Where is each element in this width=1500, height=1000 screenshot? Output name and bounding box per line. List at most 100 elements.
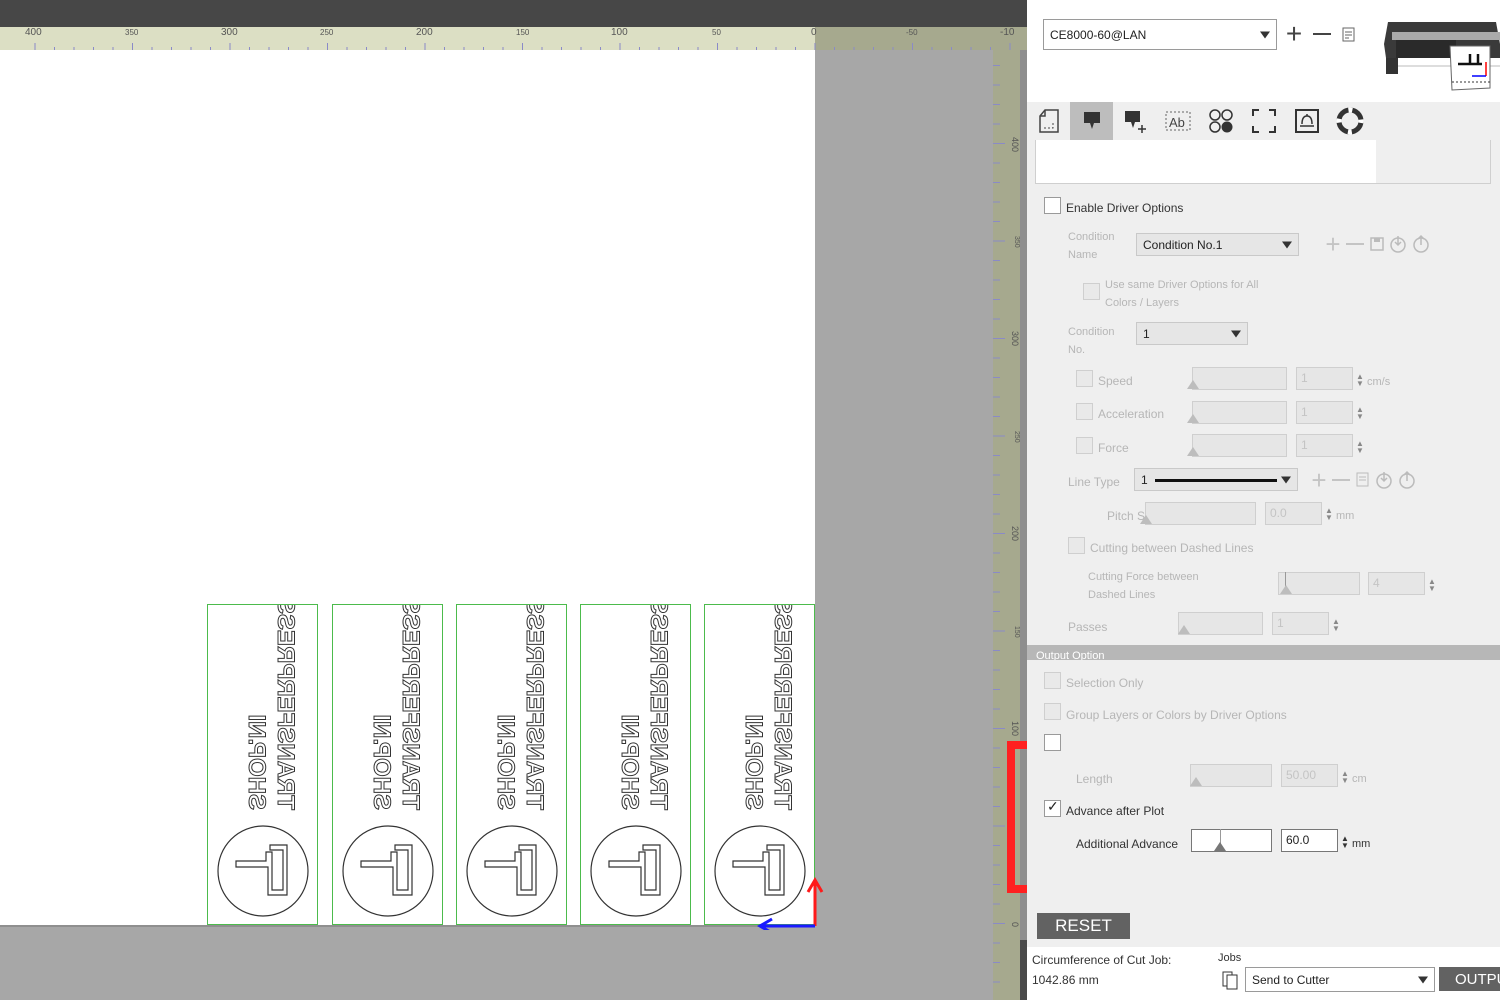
- label-design-strip[interactable]: TRANSFERPRESS SHOP.NI: [207, 604, 318, 925]
- cutting-force-dashed-label-2: Dashed Lines: [1088, 589, 1156, 601]
- cutting-condition-icon: [1083, 112, 1100, 129]
- minus-icon[interactable]: [1311, 22, 1333, 46]
- cutting-force-dashed-slider[interactable]: [1278, 572, 1360, 595]
- ruler-ticks: [34, 43, 1011, 50]
- force-label: Force: [1098, 441, 1129, 455]
- cutting-force-dashed-input[interactable]: 4: [1368, 572, 1425, 595]
- remove-condition-button[interactable]: [1345, 232, 1365, 256]
- enable-driver-options-checkbox[interactable]: [1044, 197, 1061, 214]
- jobs-select[interactable]: Send to Cutter: [1245, 967, 1435, 992]
- force-input[interactable]: 1: [1296, 434, 1353, 457]
- cutting-between-dashed-checkbox[interactable]: [1068, 537, 1085, 554]
- group-layers-checkbox[interactable]: [1044, 703, 1061, 720]
- condition-no-select[interactable]: 1: [1136, 322, 1248, 345]
- force-checkbox[interactable]: [1076, 437, 1093, 454]
- pitch-size-slider[interactable]: [1140, 502, 1256, 525]
- add-line-type-button[interactable]: +: [1309, 465, 1329, 495]
- tab-tile[interactable]: [1285, 102, 1328, 140]
- acceleration-slider[interactable]: [1187, 401, 1287, 424]
- force-slider[interactable]: [1187, 434, 1287, 457]
- tab-help[interactable]: [1328, 102, 1371, 140]
- pitch-size-stepper[interactable]: ▲ ▼: [1325, 507, 1333, 522]
- advance-after-plot-checkbox[interactable]: ✓: [1044, 798, 1061, 817]
- ruler-label: 0: [811, 27, 817, 38]
- tab-registration-marks[interactable]: [1242, 102, 1285, 140]
- svg-text:Ab: Ab: [1169, 115, 1185, 130]
- passes-input[interactable]: 1: [1272, 612, 1329, 635]
- import-icon[interactable]: [1375, 470, 1393, 490]
- cutting-force-dashed-stepper[interactable]: ▲ ▼: [1428, 578, 1436, 593]
- add-condition-icon: [1124, 111, 1146, 133]
- output-button[interactable]: OUTPUT: [1439, 967, 1500, 991]
- horizontal-ruler: 400 350 300 250 200 150 100 50 0 -50 -10: [0, 27, 1027, 50]
- ruler-label: 350: [1013, 236, 1020, 248]
- remove-line-type-button[interactable]: [1331, 468, 1351, 492]
- edit-icon[interactable]: [1355, 472, 1371, 488]
- label-text-line2: SHOP.NI: [616, 714, 643, 810]
- passes-stepper[interactable]: ▲ ▼: [1332, 618, 1340, 633]
- label-design-strip[interactable]: TRANSFERPRESS SHOP.NI: [332, 604, 443, 925]
- layers-icon: [1208, 109, 1233, 133]
- label-text-line2: SHOP.NI: [243, 714, 270, 810]
- save-icon[interactable]: [1369, 236, 1385, 252]
- reset-button[interactable]: RESET: [1037, 913, 1130, 939]
- logo-circle: [590, 825, 682, 917]
- label-artwork: TRANSFERPRESS SHOP.NI: [466, 605, 558, 917]
- copies-icon[interactable]: [1220, 969, 1242, 991]
- ruler-label: 50: [712, 28, 721, 37]
- scrollbar-end: [1020, 940, 1027, 1000]
- length-stepper[interactable]: ▲ ▼: [1341, 770, 1349, 785]
- tab-text-outline[interactable]: Ab: [1156, 102, 1199, 140]
- export-icon[interactable]: [1412, 234, 1430, 254]
- label-design-strip[interactable]: TRANSFERPRESS SHOP.NI: [580, 604, 691, 925]
- tab-cutting-condition[interactable]: [1070, 102, 1113, 140]
- use-same-driver-options-checkbox[interactable]: [1083, 283, 1100, 300]
- tab-add-condition[interactable]: [1113, 102, 1156, 140]
- cutting-force-dashed-label: Cutting Force between: [1088, 571, 1199, 583]
- passes-slider[interactable]: [1178, 612, 1263, 635]
- acceleration-input[interactable]: 1: [1296, 401, 1353, 424]
- group-layers-label: Group Layers or Colors by Driver Options: [1066, 708, 1287, 722]
- speed-stepper[interactable]: ▲ ▼: [1356, 373, 1364, 388]
- additional-advance-stepper[interactable]: ▲ ▼: [1341, 835, 1349, 850]
- check-icon: ✓: [1047, 798, 1059, 814]
- pitch-size-input[interactable]: 0.0: [1265, 502, 1322, 525]
- force-stepper[interactable]: ▲ ▼: [1356, 440, 1364, 455]
- logo-mark: [235, 844, 288, 896]
- design-canvas[interactable]: TRANSFERPRESS SHOP.NI TRANSFERPRESS SHOP…: [0, 50, 993, 1000]
- add-condition-button[interactable]: +: [1323, 229, 1343, 259]
- length-input[interactable]: 50.00: [1281, 764, 1338, 787]
- tab-page-setup[interactable]: [1027, 102, 1070, 140]
- circumference-value: 1042.86 mm: [1032, 973, 1099, 987]
- acceleration-stepper[interactable]: ▲ ▼: [1356, 406, 1364, 421]
- additional-advance-input[interactable]: 60.0: [1281, 829, 1338, 852]
- pitch-size-unit: mm: [1336, 510, 1355, 522]
- chevron-down-icon: [1231, 330, 1241, 337]
- jobs-label: Jobs: [1218, 952, 1242, 964]
- page-setup-icon: [1038, 109, 1059, 133]
- acceleration-checkbox[interactable]: [1076, 403, 1093, 420]
- condition-name-label: Condition: [1068, 231, 1115, 243]
- media-length-checkbox[interactable]: [1044, 734, 1061, 751]
- speed-input[interactable]: 1: [1296, 367, 1353, 390]
- speed-slider[interactable]: [1187, 367, 1287, 390]
- plus-icon[interactable]: +: [1283, 18, 1305, 49]
- edit-icon[interactable]: [1341, 26, 1357, 44]
- tab-layers[interactable]: [1199, 102, 1242, 140]
- import-icon[interactable]: [1389, 234, 1407, 254]
- logo-circle: [342, 825, 434, 917]
- condition-name-select[interactable]: Condition No.1: [1136, 233, 1299, 256]
- condition-name-label-2: Name: [1068, 249, 1098, 261]
- length-slider[interactable]: [1190, 764, 1272, 787]
- speed-checkbox[interactable]: [1076, 370, 1093, 387]
- use-same-driver-options-label-2: Colors / Layers: [1105, 297, 1179, 309]
- additional-advance-slider[interactable]: [1191, 829, 1272, 852]
- selection-only-checkbox[interactable]: [1044, 672, 1061, 689]
- ruler-label: 200: [1010, 526, 1020, 542]
- export-icon[interactable]: [1398, 470, 1416, 490]
- device-select[interactable]: CE8000-60@LAN: [1043, 19, 1277, 50]
- label-design-strip[interactable]: TRANSFERPRESS SHOP.NI: [456, 604, 567, 925]
- ruler-label: 300: [221, 27, 238, 38]
- acceleration-label: Acceleration: [1098, 407, 1165, 421]
- line-type-select[interactable]: 1: [1134, 468, 1298, 491]
